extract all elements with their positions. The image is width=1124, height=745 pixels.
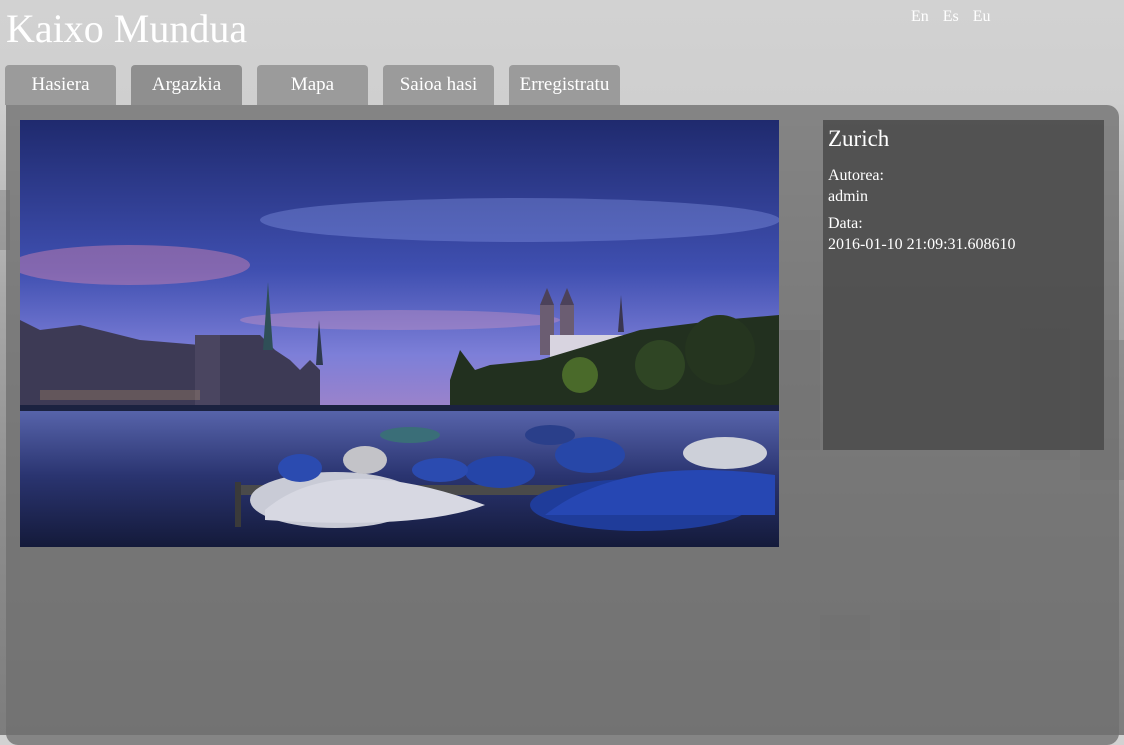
language-switcher: En Es Eu [911,8,991,26]
photo-image[interactable] [20,120,779,547]
lang-en-link[interactable]: En [911,8,929,26]
photo-title: Zurich [828,126,890,151]
date-label: Data: [828,215,863,232]
date-value: 2016-01-10 21:09:31.608610 [828,236,1016,253]
tab-erregistratu[interactable]: Erregistratu [509,65,620,105]
main-nav: Hasiera Argazkia Mapa Saioa hasi Erregis… [5,65,635,105]
tab-argazkia[interactable]: Argazkia [131,65,242,105]
content-panel: Zurich Autorea: admin Data: 2016-01-10 2… [6,105,1119,745]
tab-saioa-hasi[interactable]: Saioa hasi [383,65,494,105]
tab-mapa[interactable]: Mapa [257,65,368,105]
lang-eu-link[interactable]: Eu [973,8,991,26]
lang-es-link[interactable]: Es [943,8,959,26]
author-label: Autorea: [828,167,884,184]
photo-info-box: Zurich Autorea: admin Data: 2016-01-10 2… [823,120,1104,450]
site-title: Kaixo Mundua [6,6,248,51]
author-value: admin [828,188,868,205]
tab-hasiera[interactable]: Hasiera [5,65,116,105]
